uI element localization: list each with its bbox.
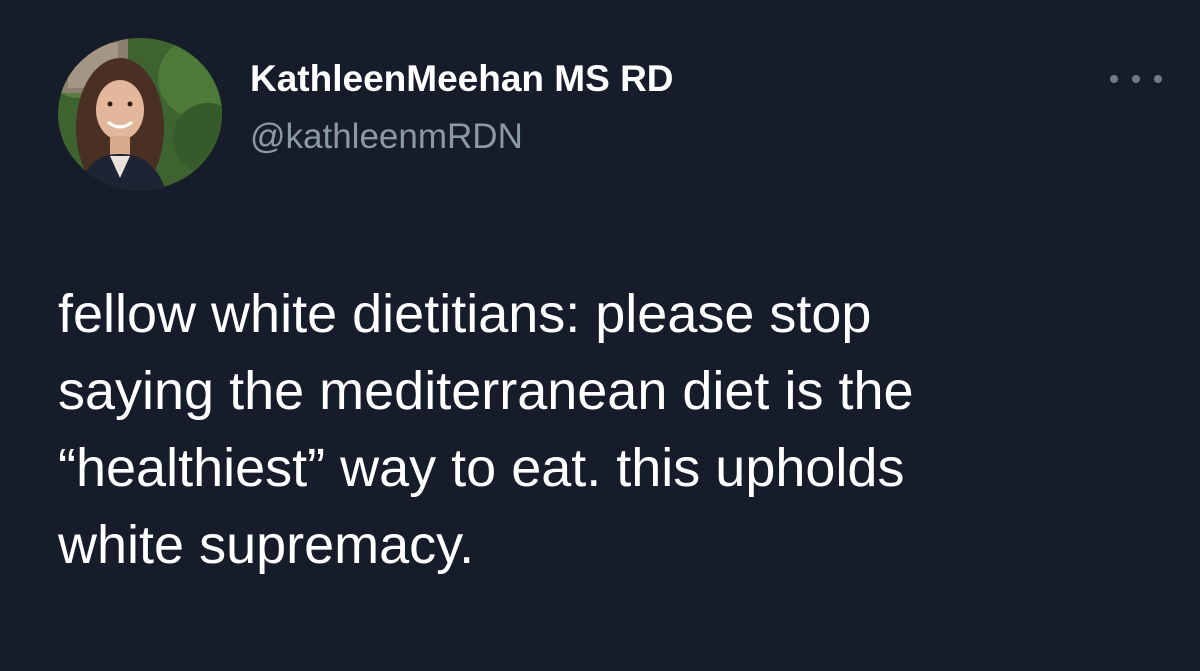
tweet-text-line: white supremacy. <box>58 515 475 575</box>
more-dot <box>1132 75 1140 83</box>
tweet-card: KathleenMeehan MS RD @kathleenmRDN fello… <box>0 0 1200 671</box>
more-dot <box>1154 75 1162 83</box>
user-handle[interactable]: @kathleenmRDN <box>250 117 523 157</box>
tweet-text-line: fellow white dietitians: please stop <box>58 284 872 344</box>
tweet-text-line: “healthiest” way to eat. this upholds <box>58 438 905 498</box>
tweet-text: fellow white dietitians: please stop say… <box>58 276 1168 584</box>
display-name[interactable]: KathleenMeehan MS RD <box>250 58 674 100</box>
more-dot <box>1110 75 1118 83</box>
tweet-text-line: saying the mediterranean diet is the <box>58 361 914 421</box>
avatar-photo <box>58 38 222 190</box>
more-options-icon[interactable] <box>1110 64 1162 94</box>
avatar[interactable] <box>58 38 222 190</box>
